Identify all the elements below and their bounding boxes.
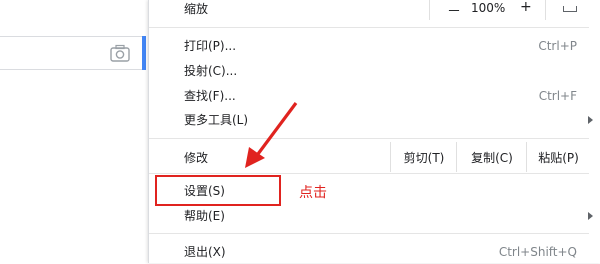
exit-label: 退出(X) — [184, 245, 226, 259]
search-accent-bar — [142, 36, 146, 70]
search-box[interactable] — [0, 36, 146, 70]
zoom-in-button[interactable]: + — [520, 0, 532, 15]
chevron-right-icon — [588, 211, 593, 220]
help-label: 帮助(E) — [184, 209, 225, 223]
more-tools-label: 更多工具(L) — [184, 113, 249, 127]
find-label: 查找(F)... — [184, 89, 236, 103]
zoom-label: 缩放 — [184, 2, 209, 16]
zoom-level: 100% — [471, 1, 506, 15]
menu-item-help[interactable]: 帮助(E) — [149, 203, 593, 228]
copy-button[interactable]: 复制(C) — [456, 142, 527, 172]
settings-highlight-box — [155, 175, 281, 206]
menu-item-zoom: 缩放 － 100% + — [149, 0, 589, 21]
print-label: 打印(P)... — [184, 39, 237, 53]
menu-item-edit: 修改 剪切(T) 复制(C) 粘贴(P) — [149, 142, 589, 172]
annotation-text: 点击 — [299, 185, 327, 201]
chevron-right-icon — [588, 115, 593, 124]
menu-item-print[interactable]: 打印(P)... Ctrl+P — [149, 33, 589, 58]
menu-item-more-tools[interactable]: 更多工具(L) — [149, 107, 593, 132]
cast-label: 投射(C)... — [184, 64, 238, 78]
exit-shortcut: Ctrl+Shift+Q — [498, 244, 577, 259]
browser-main-menu: 缩放 － 100% + 打印(P)... Ctrl+P 投射(C)... 查找(… — [148, 0, 600, 263]
zoom-divider — [545, 0, 546, 20]
cut-button[interactable]: 剪切(T) — [390, 142, 457, 172]
camera-icon[interactable] — [110, 44, 130, 62]
find-shortcut: Ctrl+F — [538, 88, 577, 103]
zoom-divider — [429, 0, 430, 20]
paste-button[interactable]: 粘贴(P) — [526, 142, 590, 172]
menu-item-exit[interactable]: 退出(X) Ctrl+Shift+Q — [149, 239, 589, 264]
menu-separator — [149, 233, 589, 234]
menu-separator — [149, 173, 589, 174]
edit-label: 修改 — [184, 150, 209, 165]
menu-separator — [149, 138, 589, 139]
fullscreen-icon[interactable] — [563, 6, 577, 12]
menu-item-find[interactable]: 查找(F)... Ctrl+F — [149, 83, 589, 108]
menu-separator — [149, 27, 589, 28]
print-shortcut: Ctrl+P — [538, 38, 577, 53]
menu-item-cast[interactable]: 投射(C)... — [149, 58, 589, 83]
zoom-out-button[interactable]: － — [447, 1, 461, 21]
annotation-arrow-icon — [245, 102, 298, 168]
